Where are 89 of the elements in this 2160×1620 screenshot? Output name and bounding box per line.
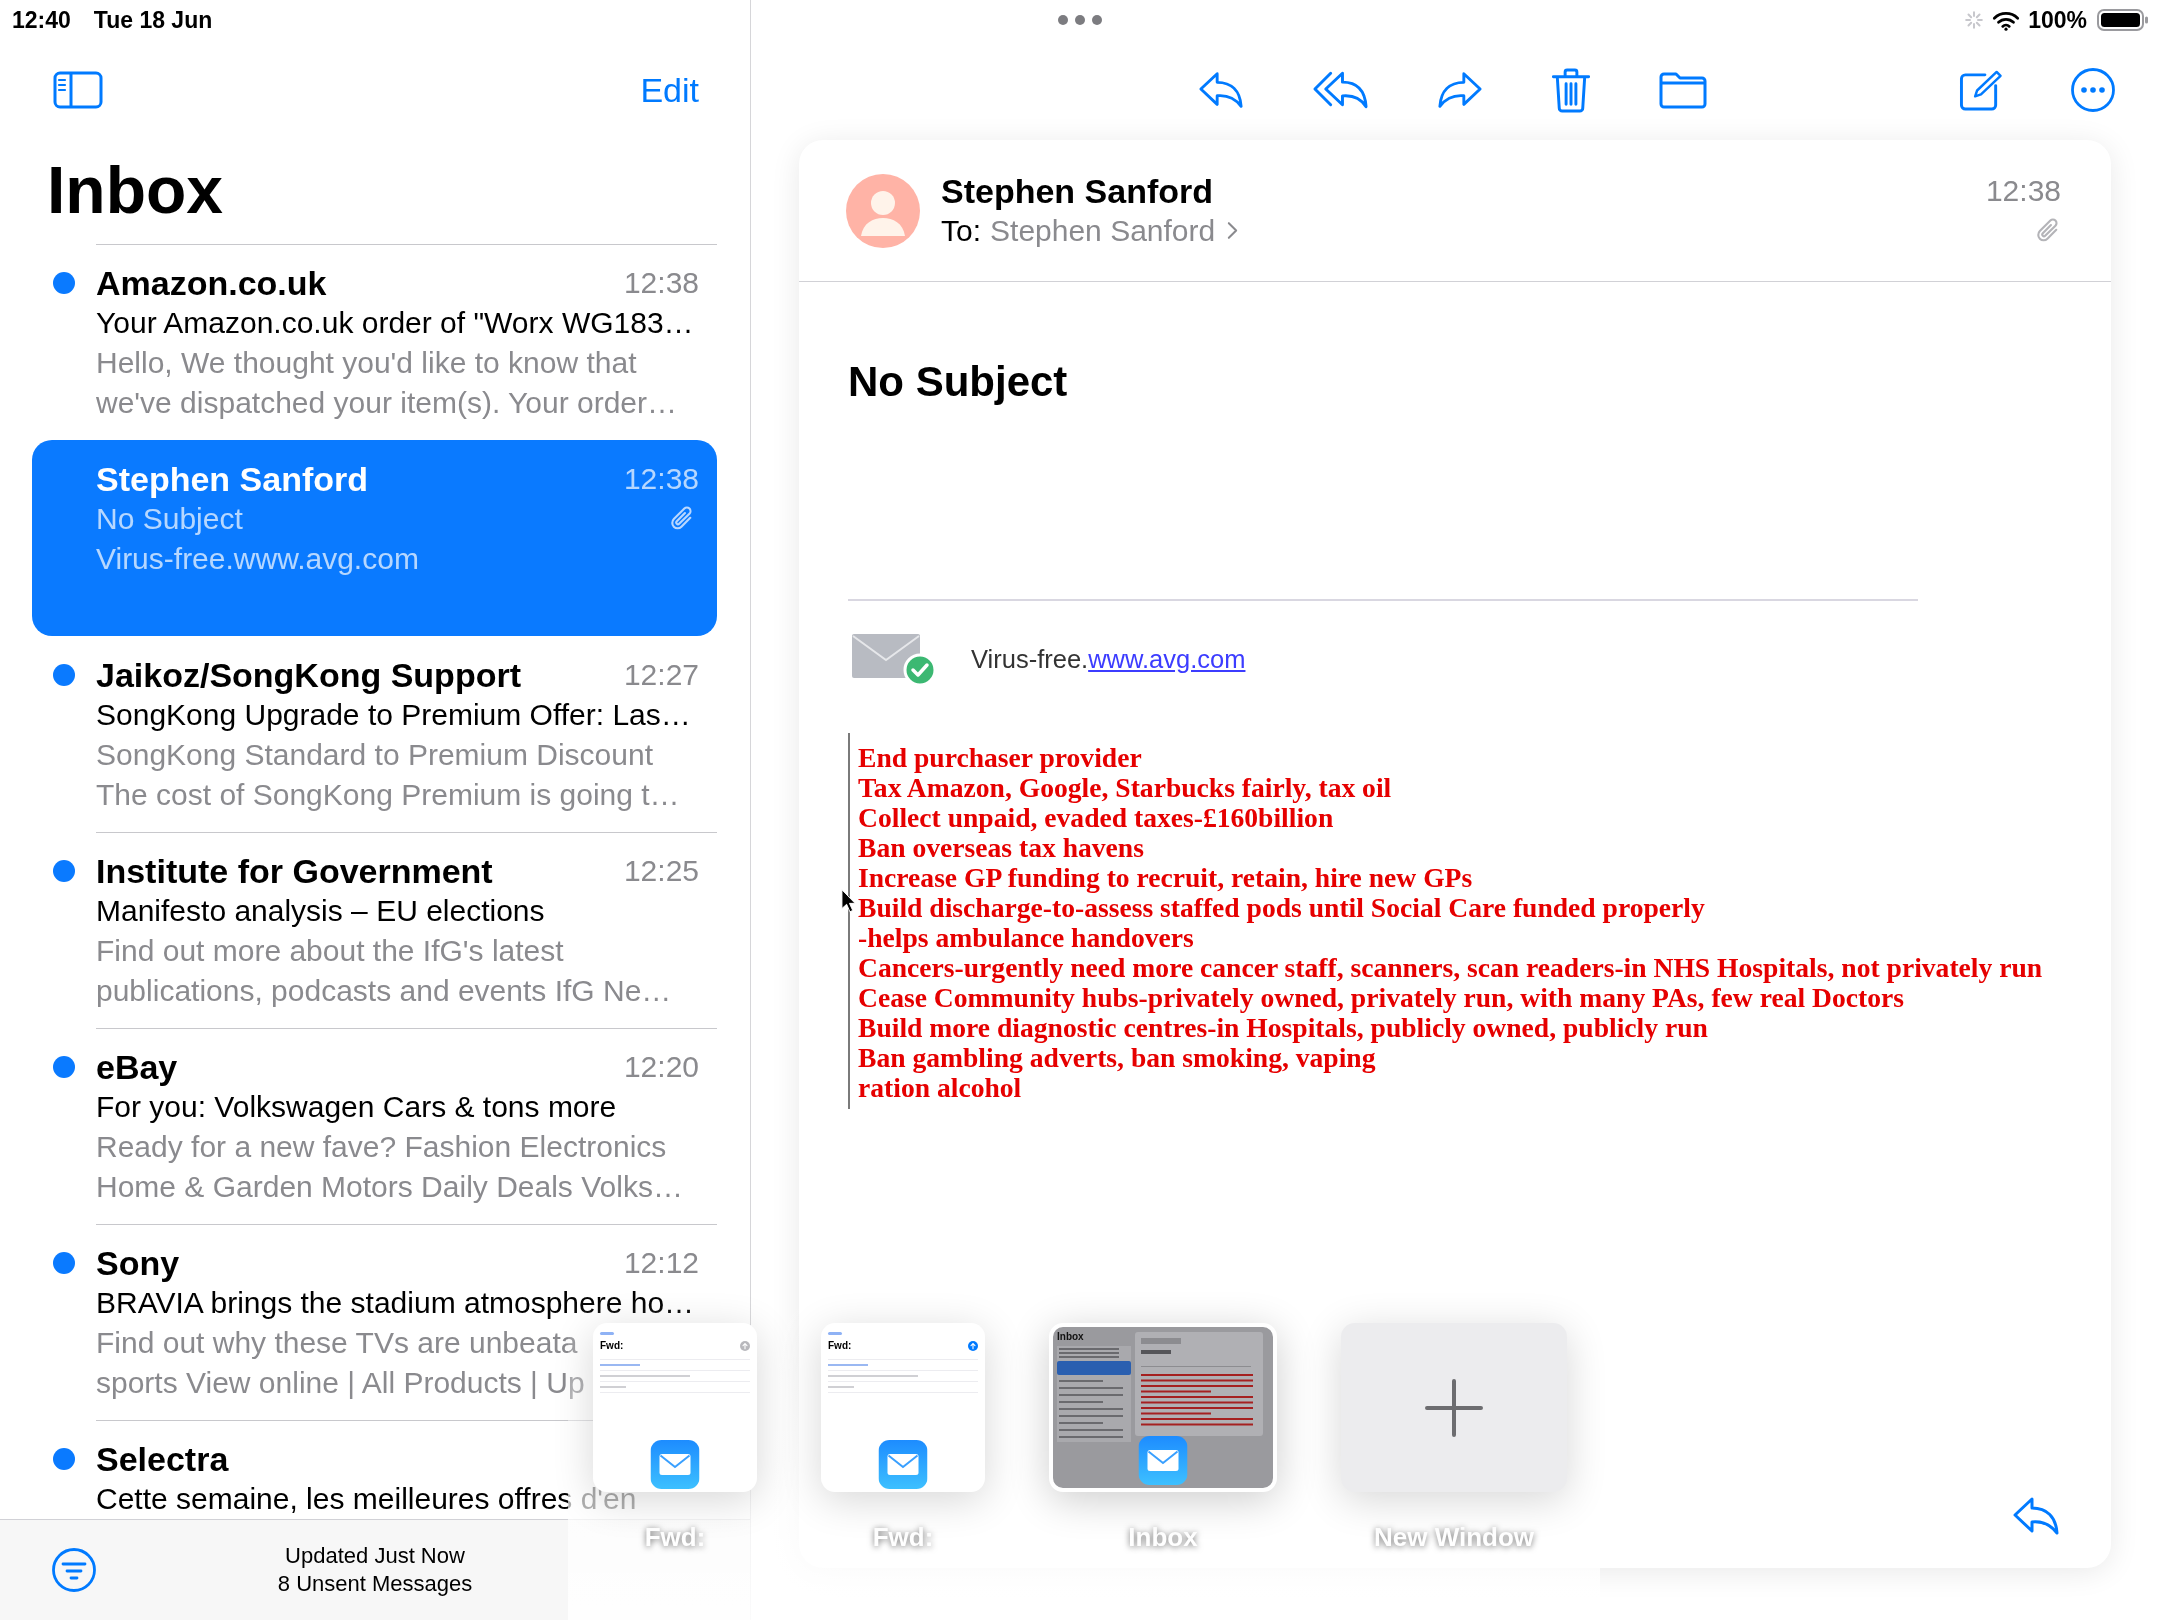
avg-link[interactable]: www.avg.com [1088, 644, 1246, 673]
sender-name: Institute for Government [96, 851, 493, 891]
body-text-line: Build more diagnostic centres-in Hospitals, publicly owned, publicly run [858, 1013, 1708, 1043]
sender-name: Amazon.co.uk [96, 263, 327, 303]
window-label[interactable]: Fwd: [644, 1520, 706, 1554]
wifi-icon [1992, 9, 2021, 31]
message-preview: Find out more about the IfG's latest [96, 933, 564, 969]
edit-button[interactable]: Edit [640, 70, 699, 110]
forward-icon[interactable] [1437, 70, 1483, 110]
body-text-line: Cancers-urgently need more cancer staff, scanners, scan readers-in NHS Hospitals, not privately run [858, 953, 2043, 983]
sender-name: Sony [96, 1243, 180, 1283]
body-text-line: Ban overseas tax havens [858, 833, 1144, 863]
message-time: 12:25 [623, 853, 699, 889]
recipient-name[interactable]: Stephen Sanford [990, 210, 1216, 251]
message-preview: Virus-free.www.avg.com [96, 541, 419, 577]
message-row[interactable]: Stephen Sanford 12:38 No Subject Virus-free.www.avg.com [32, 440, 717, 636]
battery-icon [2097, 9, 2148, 31]
message-time: 12:20 [623, 1049, 699, 1085]
window-label[interactable]: Fwd: [872, 1520, 934, 1554]
body-text-line: -helps ambulance handovers [858, 923, 1194, 953]
sender-name: eBay [96, 1047, 178, 1087]
message-time: 12:12 [623, 1245, 699, 1281]
more-icon[interactable] [2071, 68, 2115, 112]
plus-icon [1425, 1378, 1483, 1437]
message-subject: No Subject [848, 357, 1068, 407]
message-subject: No Subject [96, 501, 243, 537]
mail-app-icon[interactable] [1138, 1436, 1188, 1485]
inbox-title: Inbox [47, 155, 223, 225]
battery-percent: 100% [2028, 5, 2087, 35]
message-preview: sports View online | All Products | Up [96, 1365, 585, 1401]
window-thumbnail[interactable]: Fwd: [821, 1323, 985, 1492]
thumbnail-title: Fwd: [828, 1340, 852, 1352]
body-text-line: Tax Amazon, Google, Starbucks fairly, tax oil [858, 773, 1392, 803]
message-subject: SongKong Upgrade to Premium Offer: Las… [96, 697, 691, 733]
signature-text: Virus-free.www.avg.com [971, 643, 1246, 675]
message-row[interactable]: Jaikoz/SongKong Support 12:27 SongKong Upgrade to Premium Offer: Las… SongKong Standard to Premium Discount The cost of SongKong Premium is going t… [32, 636, 717, 832]
sender-name: Jaikoz/SongKong Support [96, 655, 521, 695]
message-preview: Find out why these TVs are unbeata [96, 1325, 578, 1361]
window-label[interactable]: Inbox [1128, 1520, 1198, 1554]
message-row[interactable]: eBay 12:20 For you: Volkswagen Cars & tons more Ready for a new fave? Fashion Electronics Home & Garden Motors Daily Deals Volks… [32, 1028, 717, 1224]
message-preview: Ready for a new fave? Fashion Electronics [96, 1129, 667, 1165]
message-subject: BRAVIA brings the stadium atmosphere ho… [96, 1285, 695, 1321]
message-preview: publications, podcasts and events IfG Ne… [96, 973, 672, 1009]
reply-icon[interactable] [2012, 1496, 2060, 1536]
message-preview: we've dispatched your item(s). Your order… [96, 385, 677, 421]
status-time: 12:40 [12, 5, 71, 35]
compose-icon[interactable] [1958, 68, 2004, 112]
message-row[interactable]: Institute for Government 12:25 Manifesto analysis – EU elections Find out more about the IfG's latest publications, podcasts and events IfG Ne… [32, 832, 717, 1028]
body-text-line: Build discharge-to-assess staffed pods until Social Care funded properly [858, 893, 1705, 923]
reply-icon[interactable] [1198, 70, 1244, 110]
status-date: Tue 18 Jun [93, 5, 213, 35]
mail-app-icon[interactable] [878, 1440, 928, 1489]
trash-icon[interactable] [1551, 66, 1591, 114]
pointer-icon [841, 888, 856, 914]
body-text-line: Ban gambling adverts, ban smoking, vaping [858, 1043, 1376, 1073]
body-text-line: Increase GP funding to recruit, retain, hire new GPs [858, 863, 1473, 893]
folder-icon[interactable] [1659, 71, 1707, 109]
body-text-line: Cease Community hubs-privately owned, privately run, with many PAs, few real Doctors [858, 983, 1904, 1013]
body-text-line: Collect unpaid, evaded taxes-£160billion [858, 803, 1334, 833]
mail-app-icon[interactable] [650, 1440, 700, 1489]
message-time: 12:27 [623, 657, 699, 693]
body-text-line: End purchaser provider [858, 743, 1142, 773]
message-preview: Hello, We thought you'd like to know that [96, 345, 637, 381]
sender-name: Stephen Sanford [941, 170, 1214, 211]
multitasking-dots-icon[interactable] [1058, 15, 1102, 25]
message-subject: Manifesto analysis – EU elections [96, 893, 545, 929]
thumbnail-title: Fwd: [600, 1340, 624, 1352]
to-label: To: [941, 212, 982, 249]
message-subject: Your Amazon.co.uk order of "Worx WG183… [96, 305, 694, 341]
sender-name: Selectra [96, 1439, 229, 1479]
window-label[interactable]: New Window [1373, 1520, 1535, 1554]
message-preview: SongKong Standard to Premium Discount [96, 737, 653, 773]
avatar-icon [846, 173, 920, 248]
message-preview: Home & Garden Motors Daily Deals Volks… [96, 1169, 683, 1205]
sender-name: Stephen Sanford [96, 459, 369, 499]
unsent-count: 8 Unsent Messages [277, 1570, 473, 1598]
sync-status: Updated Just Now [285, 1542, 465, 1570]
message-time: 12:38 [623, 461, 699, 497]
body-text-line: ration alcohol [858, 1073, 1022, 1103]
filter-icon[interactable] [52, 1548, 96, 1592]
message-time: 12:38 [1985, 172, 2061, 209]
sidebar-toggle-icon[interactable] [53, 71, 103, 109]
message-preview: The cost of SongKong Premium is going t… [96, 777, 680, 813]
reply-all-icon[interactable] [1312, 70, 1369, 110]
loading-spinner-icon [1965, 11, 1984, 29]
message-subject: For you: Volkswagen Cars & tons more [96, 1089, 617, 1125]
chevron-right-icon[interactable] [1227, 221, 1239, 240]
thumbnail-title: Inbox [1057, 1331, 1084, 1343]
message-time: 12:38 [623, 265, 699, 301]
